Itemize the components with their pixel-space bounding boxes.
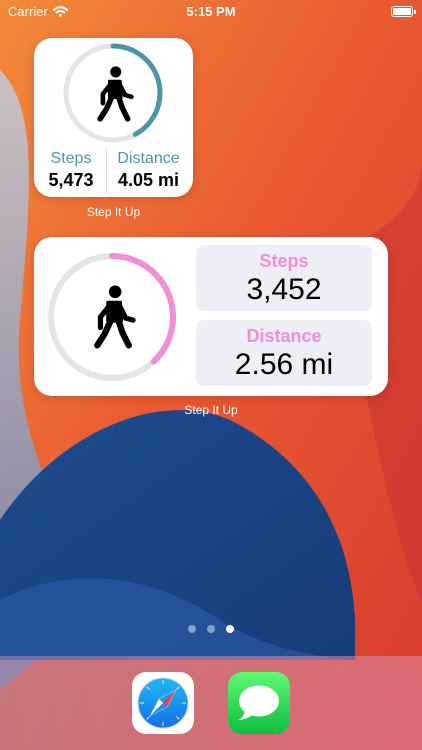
- small-widget-caption: Step It Up: [86, 205, 141, 219]
- messages-icon[interactable]: [228, 672, 290, 734]
- small-widget[interactable]: Steps 5,473 Distance 4.05 mi: [34, 38, 193, 197]
- steps-value: 5,473: [48, 170, 94, 190]
- distance-panel: Distance 2.56 mi: [196, 320, 372, 386]
- steps-panel: Steps 3,452: [196, 245, 372, 311]
- steps-label: Steps: [259, 251, 309, 271]
- medium-widget-caption: Step It Up: [184, 403, 238, 417]
- walking-person-icon: [97, 66, 134, 122]
- status-bar: Carrier 5:15 PM: [0, 0, 422, 24]
- steps-progress-ring: [48, 253, 176, 381]
- safari-icon[interactable]: [132, 672, 194, 734]
- battery-icon: [391, 6, 416, 17]
- page-indicator[interactable]: [0, 625, 422, 633]
- medium-widget[interactable]: Steps 3,452 Distance 2.56 mi: [34, 237, 388, 396]
- distance-stat: Distance 4.05 mi: [106, 150, 191, 191]
- distance-label: Distance: [117, 150, 180, 167]
- dock: [0, 656, 422, 750]
- page-dot-active[interactable]: [226, 625, 234, 633]
- status-time: 5:15 PM: [186, 4, 236, 19]
- page-dot[interactable]: [207, 625, 215, 633]
- distance-label: Distance: [246, 326, 322, 346]
- steps-progress-ring: [63, 43, 163, 143]
- walking-person-icon: [94, 285, 136, 349]
- distance-value: 4.05 mi: [117, 170, 180, 190]
- distance-value: 2.56 mi: [234, 348, 334, 381]
- steps-stat: Steps 5,473: [36, 150, 106, 191]
- steps-label: Steps: [50, 150, 92, 167]
- steps-value: 3,452: [246, 273, 322, 306]
- page-dot[interactable]: [188, 625, 196, 633]
